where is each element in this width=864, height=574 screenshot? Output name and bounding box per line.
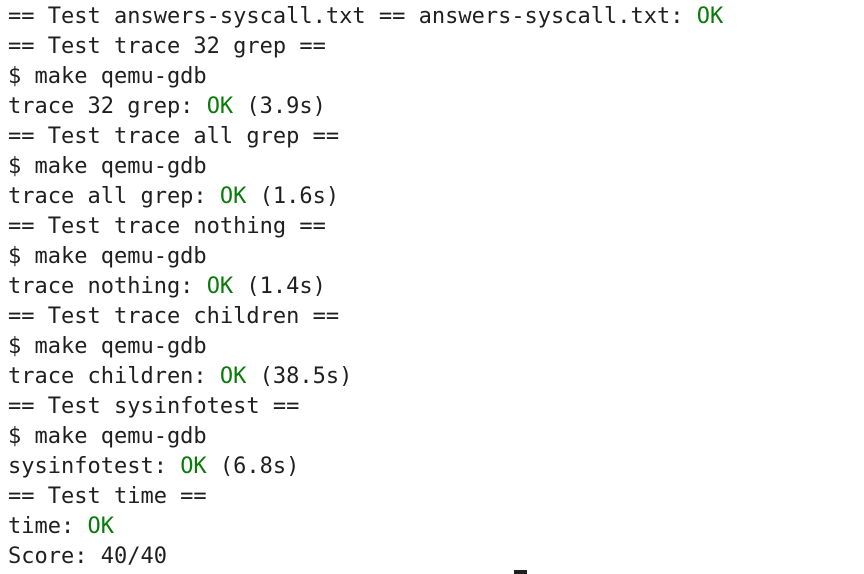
- line-timing: (1.4s): [233, 274, 326, 299]
- line-text: time:: [8, 514, 88, 539]
- terminal-line: $ make qemu-gdb: [8, 332, 207, 362]
- ok-status: OK: [180, 454, 207, 479]
- line-text: $ make qemu-gdb: [8, 424, 207, 449]
- terminal-line: == Test trace children ==: [8, 302, 339, 332]
- terminal-line: == Test trace nothing ==: [8, 212, 326, 242]
- ok-status: OK: [219, 184, 247, 209]
- line-text: trace 32 grep:: [8, 94, 207, 119]
- terminal-line: $ make qemu-gdb: [8, 242, 207, 272]
- line-text: == Test sysinfotest ==: [8, 394, 300, 419]
- line-timing: (1.6s): [246, 184, 340, 209]
- line-text: == Test time ==: [8, 484, 207, 509]
- line-text: Score: 40/40: [8, 544, 167, 569]
- terminal-line: trace nothing: OK (1.4s): [8, 272, 326, 302]
- line-text: $ make qemu-gdb: [8, 64, 207, 89]
- line-timing: (6.8s): [206, 454, 300, 479]
- terminal-line: trace all grep: OK (1.6s): [8, 182, 339, 212]
- terminal-line: == Test trace all grep ==: [8, 122, 339, 152]
- terminal-line: time: OK: [8, 512, 114, 542]
- line-text: == Test trace all grep ==: [8, 124, 340, 149]
- terminal-line: trace 32 grep: OK (3.9s): [8, 92, 326, 122]
- line-text: trace all grep:: [8, 184, 220, 209]
- terminal-line: == Test answers-syscall.txt == answers-s…: [8, 2, 723, 32]
- terminal-line: $ make qemu-gdb: [8, 62, 207, 92]
- line-text: trace children:: [8, 364, 220, 389]
- text-cursor: [514, 570, 527, 574]
- line-timing: (38.5s): [246, 364, 353, 389]
- ok-status: OK: [219, 364, 247, 389]
- line-text: trace nothing:: [8, 274, 207, 299]
- terminal-output[interactable]: == Test answers-syscall.txt == answers-s…: [0, 0, 864, 574]
- terminal-line: $ make qemu-gdb: [8, 422, 207, 452]
- terminal-line: $ make qemu-gdb: [8, 152, 207, 182]
- ok-status: OK: [206, 94, 234, 119]
- line-text: == Test trace children ==: [8, 304, 340, 329]
- line-text: == Test trace 32 grep ==: [8, 34, 326, 59]
- terminal-line: trace children: OK (38.5s): [8, 362, 352, 392]
- terminal-line: == Test sysinfotest ==: [8, 392, 299, 422]
- line-text: $ make qemu-gdb: [8, 244, 207, 269]
- terminal-line: == Test time ==: [8, 482, 207, 512]
- terminal-line: == Test trace 32 grep ==: [8, 32, 326, 62]
- ok-status: OK: [696, 4, 724, 29]
- terminal-line: sysinfotest: OK (6.8s): [8, 452, 299, 482]
- ok-status: OK: [206, 274, 234, 299]
- ok-status: OK: [87, 514, 114, 539]
- line-text: $ make qemu-gdb: [8, 154, 207, 179]
- terminal-line: Score: 40/40: [8, 542, 167, 572]
- line-text: == Test answers-syscall.txt == answers-s…: [8, 4, 697, 29]
- line-text: == Test trace nothing ==: [8, 214, 326, 239]
- line-timing: (3.9s): [233, 94, 326, 119]
- line-text: $ make qemu-gdb: [8, 334, 207, 359]
- line-text: sysinfotest:: [8, 454, 181, 479]
